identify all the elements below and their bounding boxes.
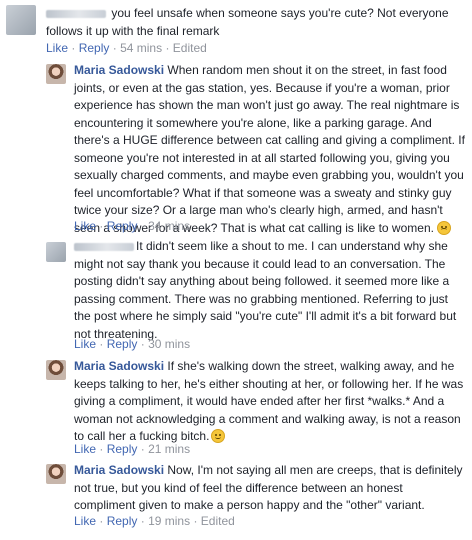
comment-text-line: you feel unsafe when someone says you're… (111, 6, 449, 20)
redacted-author-name (46, 9, 106, 18)
avatar[interactable] (46, 64, 66, 84)
comment-text-line: keeps talking to her, he's either shouti… (74, 376, 464, 391)
comment-text-line: It didn't seem like a shout to me. I can… (136, 239, 448, 253)
comment-text-line: passing comment. There was no grabbing m… (74, 291, 448, 306)
avatar[interactable] (46, 360, 66, 380)
comment-author[interactable]: Maria Sadowski (74, 359, 164, 373)
edited-label[interactable]: Edited (173, 41, 207, 55)
comment-text-line: might not say thank you because it could… (74, 256, 446, 271)
comment-text-line: If she's walking down the street, walkin… (167, 359, 455, 373)
edited-label[interactable]: Edited (201, 514, 235, 528)
comment-text-line: the post where he simply said "you're cu… (74, 309, 457, 323)
comment-text-line: joints, or even at the gas station, yes.… (74, 80, 450, 95)
comment-actions: Like · Reply · 54 mins · Edited (46, 41, 207, 55)
sad-face-emoji-icon (437, 220, 452, 235)
reply-link[interactable]: Reply (107, 337, 138, 351)
comment-text-line: follows it up with the final remark (46, 23, 220, 38)
comment-text-line: compliment given to make a person happy … (74, 498, 425, 512)
timestamp[interactable]: 21 mins (148, 442, 190, 456)
comment-text-line: posting didn't say anything about being … (74, 274, 450, 288)
reply-link[interactable]: Reply (79, 41, 110, 55)
like-link[interactable]: Like (74, 442, 96, 456)
comment-actions: Like · Reply · 19 mins · Edited (74, 514, 235, 528)
comment-actions: Like · Reply · 34 mins (74, 219, 191, 233)
smile-emoji-icon (211, 429, 226, 443)
reply-link[interactable]: Reply (107, 219, 138, 233)
comment: you feel unsafe when someone says you're… (0, 0, 472, 60)
comment-text-line: to call her a fucking bitch. (74, 429, 210, 443)
comment-text-line: giving a compliment, it would have ended… (74, 394, 445, 408)
timestamp[interactable]: 54 mins (120, 41, 162, 55)
like-link[interactable]: Like (74, 337, 96, 351)
comment-thread: you feel unsafe when someone says you're… (0, 0, 472, 540)
avatar[interactable] (46, 242, 66, 262)
comment-text-line: not true, but you kind of feel the diffe… (74, 480, 403, 495)
comment-text-line: feel uncomfortable? What if that someone… (74, 185, 452, 200)
comment-text-line: encountering it somewhere you're alone, … (74, 115, 432, 130)
like-link[interactable]: Like (74, 514, 96, 528)
like-link[interactable]: Like (74, 219, 96, 233)
comment-text-line: woman not acknowledging a comment and wa… (74, 411, 461, 426)
like-link[interactable]: Like (46, 41, 68, 55)
reply-link[interactable]: Reply (107, 442, 138, 456)
timestamp[interactable]: 30 mins (148, 337, 190, 351)
reply-link[interactable]: Reply (107, 514, 138, 528)
timestamp[interactable]: 19 mins (148, 514, 190, 528)
redacted-author-name (74, 242, 134, 251)
comment-text-line: Now, I'm not saying all men are creeps, … (167, 463, 463, 477)
comment-text-line: there's a HUGE difference between cat ca… (74, 133, 465, 147)
comment-author[interactable]: Maria Sadowski (74, 463, 164, 477)
timestamp[interactable]: 34 mins (148, 219, 190, 233)
comment-text-line: someone you're not interested in at all … (74, 150, 450, 165)
avatar[interactable] (46, 464, 66, 484)
comment-text-line: twice your size? Or a large man who's cl… (74, 203, 443, 217)
avatar[interactable] (6, 5, 36, 35)
comment-actions: Like · Reply · 21 mins (74, 442, 191, 456)
comment-text-line: When random men shout it on the street, … (167, 63, 447, 77)
comment-actions: Like · Reply · 30 mins (74, 337, 191, 351)
comment-text-line: sexually charged comments, and maybe eve… (74, 168, 464, 182)
comment-author[interactable]: Maria Sadowski (74, 63, 164, 77)
comment-text-line: experience has shown the man won't just … (74, 98, 460, 112)
